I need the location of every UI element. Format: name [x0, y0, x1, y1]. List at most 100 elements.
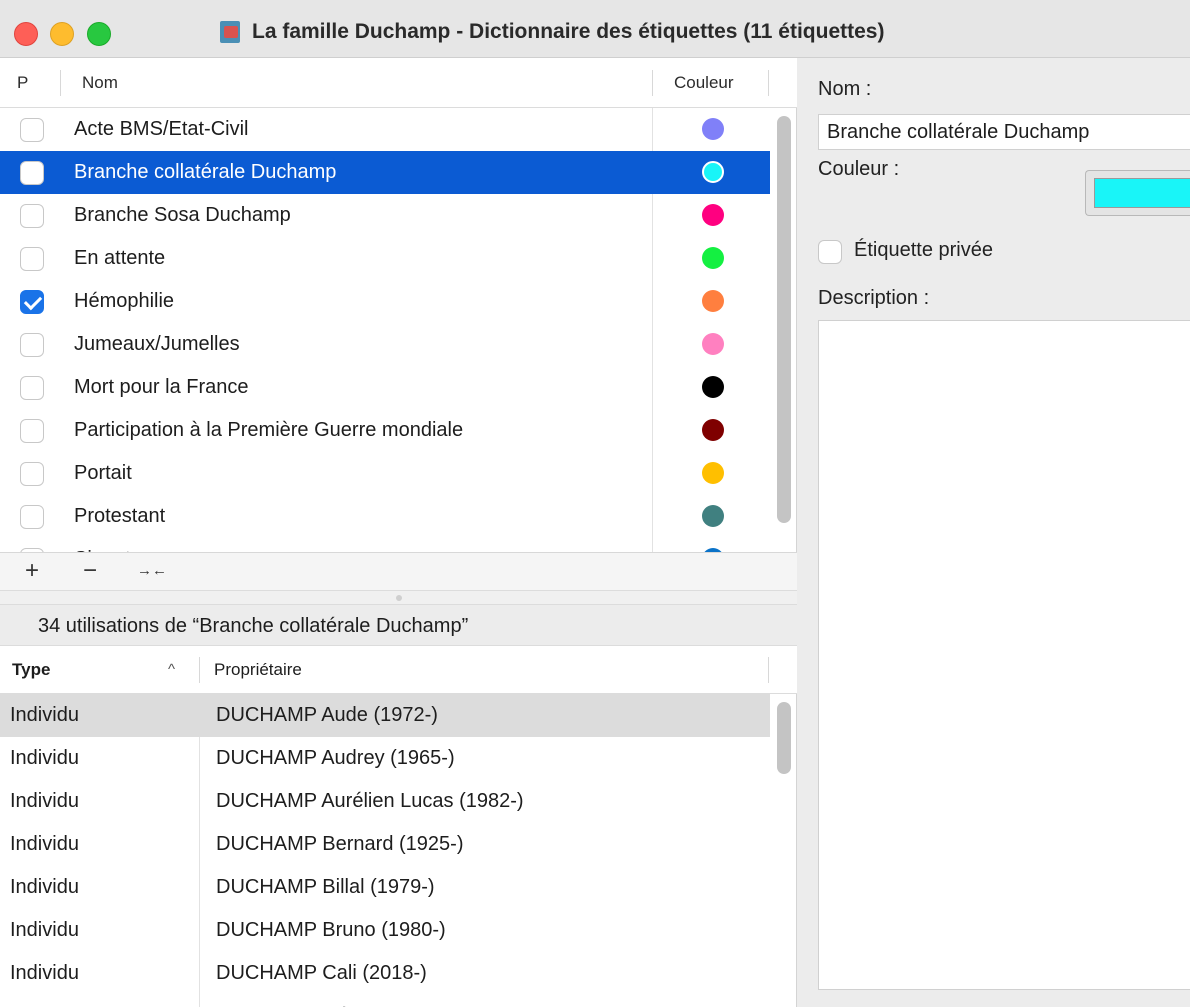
splitter-handle-icon [396, 595, 402, 601]
color-swatch [1094, 178, 1190, 208]
tag-row[interactable]: Acte BMS/Etat-Civil [0, 108, 770, 151]
tag-color-dot [702, 204, 724, 226]
tag-row[interactable]: Branche collatérale Duchamp [0, 151, 770, 194]
tag-row[interactable]: Portait [0, 452, 770, 495]
tag-list[interactable]: Acte BMS/Etat-Civil Branche collatérale D… [0, 108, 770, 552]
tag-color-dot [702, 290, 724, 312]
color-well-button[interactable] [1085, 170, 1190, 216]
tag-detail-pane: Nom : Branche collatérale Duchamp Couleu… [798, 58, 1190, 1007]
usage-row[interactable]: Individu DUCHAMP Audrey (1965-) [0, 737, 770, 780]
usage-row[interactable]: Individu DUCHAMP Billal (1979-) [0, 866, 770, 909]
private-checkbox[interactable] [20, 118, 44, 142]
column-header-type[interactable]: Type [12, 646, 50, 694]
document-icon [218, 19, 242, 45]
private-checkbox[interactable] [20, 462, 44, 486]
tag-color-dot [702, 161, 724, 183]
private-checkbox[interactable] [20, 333, 44, 357]
title-bar: La famille Duchamp - Dictionnaire des ét… [0, 0, 1190, 58]
merge-tags-button[interactable]: →← [134, 553, 170, 589]
tag-name: Jumeaux/Jumelles [74, 333, 240, 355]
tag-name: Signature [74, 538, 160, 552]
name-label: Nom : [818, 78, 872, 100]
tag-toolbar: + − →← [0, 552, 797, 590]
usage-row[interactable]: Individu DUCHAMP Cécile (1983-) [0, 995, 770, 1007]
tag-name: Portait [74, 462, 132, 484]
tag-color-dot [702, 376, 724, 398]
usage-list-scrollbar[interactable] [777, 702, 791, 774]
usage-row[interactable]: Individu DUCHAMP Aurélien Lucas (1982-) [0, 780, 770, 823]
tag-color-dot [702, 247, 724, 269]
usage-row[interactable]: Individu DUCHAMP Bernard (1925-) [0, 823, 770, 866]
column-header-owner[interactable]: Propriétaire [214, 646, 302, 694]
tag-row[interactable]: Branche Sosa Duchamp [0, 194, 770, 237]
remove-tag-button[interactable]: − [76, 553, 104, 589]
tag-row[interactable]: Hémophilie [0, 280, 770, 323]
usage-owner: DUCHAMP Cali (2018-) [216, 962, 427, 984]
tag-table-header: P Nom Couleur [0, 58, 797, 108]
sort-ascending-icon[interactable]: ^ [168, 646, 175, 694]
tag-color-dot [702, 419, 724, 441]
tag-row[interactable]: Jumeaux/Jumelles [0, 323, 770, 366]
tag-name: Protestant [74, 505, 166, 527]
tag-row[interactable]: En attente [0, 237, 770, 280]
private-checkbox[interactable] [20, 419, 44, 443]
private-checkbox[interactable] [20, 505, 44, 529]
description-label: Description : [818, 287, 930, 309]
usage-owner: DUCHAMP Bruno (1980-) [216, 919, 446, 941]
usage-type: Individu [10, 790, 79, 812]
usage-row[interactable]: Individu DUCHAMP Aude (1972-) [0, 694, 770, 737]
usage-owner: DUCHAMP Aude (1972-) [216, 704, 438, 726]
tag-color-dot [702, 333, 724, 355]
usage-table-header: Type ^ Propriétaire [0, 646, 797, 694]
window-title-group: La famille Duchamp - Dictionnaire des ét… [218, 17, 884, 47]
tag-name: Participation à la Première Guerre mondi… [74, 419, 464, 441]
tag-row[interactable]: Mort pour la France [0, 366, 770, 409]
usage-type: Individu [10, 962, 79, 984]
tag-name: Acte BMS/Etat-Civil [74, 118, 249, 140]
maximize-window-button[interactable] [87, 22, 111, 46]
column-header-color[interactable]: Couleur [674, 58, 734, 108]
tag-row[interactable]: Participation à la Première Guerre mondi… [0, 409, 770, 452]
window-title: La famille Duchamp - Dictionnaire des ét… [252, 20, 885, 43]
private-tag-checkbox[interactable] [818, 240, 842, 264]
tag-name: Branche Sosa Duchamp [74, 204, 291, 226]
column-header-name[interactable]: Nom [82, 58, 118, 108]
description-textarea[interactable] [818, 320, 1190, 990]
tag-name-field[interactable]: Branche collatérale Duchamp [818, 114, 1190, 150]
column-header-private[interactable]: P [17, 58, 28, 108]
tag-list-scrollbar[interactable] [777, 116, 791, 523]
tag-list-pane: P Nom Couleur Acte BMS/Etat-Civil Branche… [0, 58, 797, 1007]
usage-owner: DUCHAMP Audrey (1965-) [216, 747, 455, 769]
usage-owner: DUCHAMP Billal (1979-) [216, 876, 435, 898]
usage-owner: DUCHAMP Bernard (1925-) [216, 833, 464, 855]
usage-type: Individu [10, 833, 79, 855]
usage-list[interactable]: Individu DUCHAMP Aude (1972-) Individu DUCH… [0, 694, 770, 1007]
usage-summary-bar: 34 utilisations de “Branche collatérale … [0, 604, 797, 646]
pane-splitter[interactable] [0, 590, 797, 604]
usage-type: Individu [10, 919, 79, 941]
tag-name: Hémophilie [74, 290, 175, 312]
usage-owner: DUCHAMP Cécile (1983-) [216, 995, 448, 1007]
usage-owner: DUCHAMP Aurélien Lucas (1982-) [216, 790, 524, 812]
private-checkbox[interactable] [20, 290, 44, 314]
private-checkbox[interactable] [20, 204, 44, 228]
color-label: Couleur : [818, 158, 900, 180]
tag-color-dot [702, 505, 724, 527]
add-tag-button[interactable]: + [18, 553, 46, 589]
usage-row[interactable]: Individu DUCHAMP Cali (2018-) [0, 952, 770, 995]
usage-row[interactable]: Individu DUCHAMP Bruno (1980-) [0, 909, 770, 952]
private-tag-label: Étiquette privée [854, 239, 993, 261]
private-checkbox[interactable] [20, 376, 44, 400]
tag-row[interactable]: Protestant [0, 495, 770, 538]
tag-name: Mort pour la France [74, 376, 249, 398]
tag-name: Branche collatérale Duchamp [74, 161, 337, 183]
private-checkbox[interactable] [20, 247, 44, 271]
minimize-window-button[interactable] [50, 22, 74, 46]
private-checkbox[interactable] [20, 161, 44, 185]
usage-type: Individu [10, 995, 79, 1007]
tag-color-dot [702, 462, 724, 484]
tag-row[interactable]: Signature [0, 538, 770, 552]
tag-color-dot [702, 118, 724, 140]
close-window-button[interactable] [14, 22, 38, 46]
usage-type: Individu [10, 704, 79, 726]
